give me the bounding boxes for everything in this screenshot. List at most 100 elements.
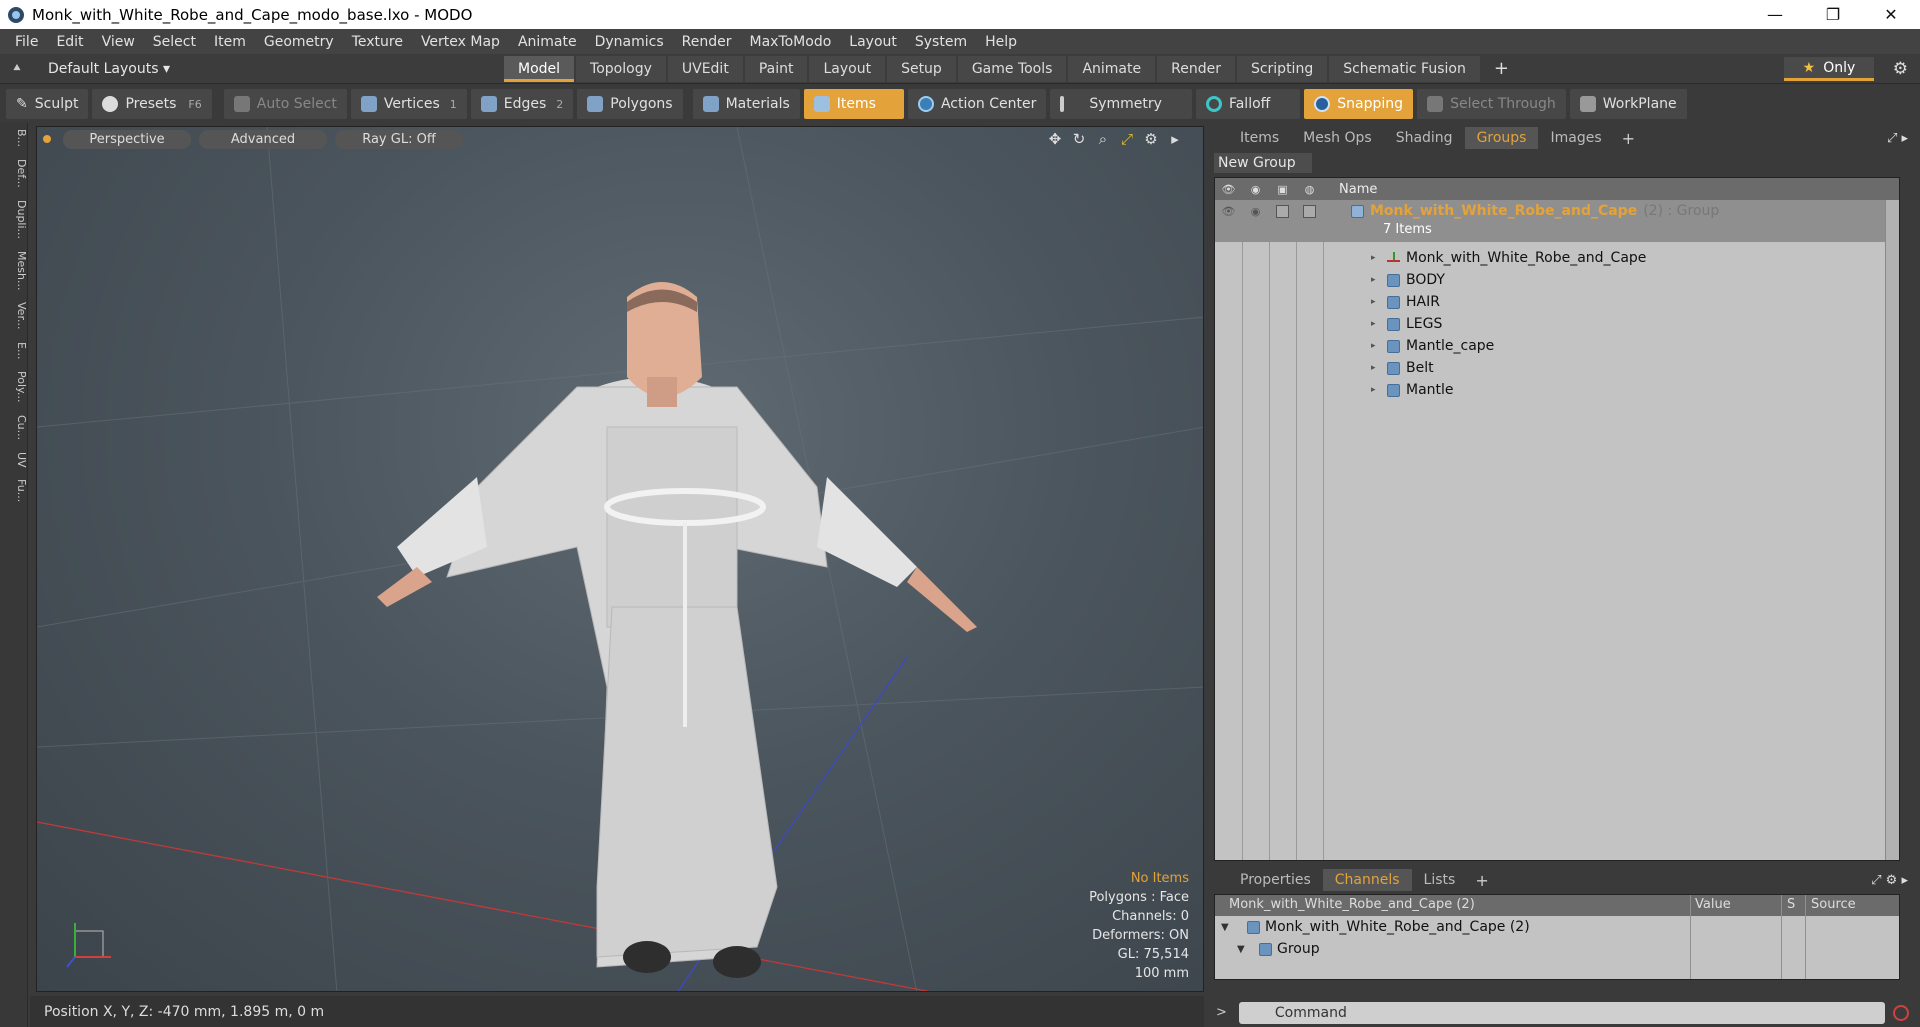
new-group-button[interactable]: New Group <box>1214 153 1312 173</box>
add-panel-tab-button[interactable]: + <box>1614 129 1643 148</box>
menu-layout[interactable]: Layout <box>840 34 906 50</box>
add-tab-button[interactable]: + <box>1482 58 1521 79</box>
tree-item-belt[interactable]: ▸ Belt <box>1215 357 1899 379</box>
menu-view[interactable]: View <box>93 34 144 50</box>
layouts-dropdown[interactable]: Default Layouts ▾ <box>34 61 504 77</box>
command-input[interactable]: Command <box>1238 1001 1885 1024</box>
pan-icon[interactable]: ✥ <box>1043 130 1067 148</box>
strip-tab-vertex[interactable]: Ver... <box>0 296 28 335</box>
menu-item[interactable]: Item <box>205 34 255 50</box>
3d-viewport[interactable]: Perspective Advanced Ray GL: Off ✥ ↻ ⌕ ⤢… <box>36 126 1204 992</box>
viewport-settings-icon[interactable]: ⚙ <box>1139 130 1163 148</box>
advanced-dropdown[interactable]: Advanced <box>199 129 327 149</box>
menu-select[interactable]: Select <box>144 34 205 50</box>
strip-tab-duplicate[interactable]: Dupli... <box>0 194 28 245</box>
tab-lists[interactable]: Lists <box>1412 869 1468 891</box>
render-column-icon[interactable]: ◉ <box>1242 183 1269 196</box>
strip-tab-edge[interactable]: E... <box>0 336 28 365</box>
tab-game-tools[interactable]: Game Tools <box>957 55 1067 82</box>
tab-model[interactable]: Model <box>504 55 575 82</box>
tab-layout[interactable]: Layout <box>809 55 886 82</box>
tree-scrollbar[interactable] <box>1885 200 1899 860</box>
visibility-column-icon[interactable]: 👁 <box>1215 183 1242 196</box>
group-visibility-icon[interactable]: 👁 <box>1215 200 1242 222</box>
strip-tab-polygon[interactable]: Poly... <box>0 365 28 408</box>
channels-expand-icon[interactable]: ⤢ ⚙ ▸ <box>1871 873 1908 888</box>
tab-groups[interactable]: Groups <box>1464 127 1539 149</box>
menu-texture[interactable]: Texture <box>343 34 412 50</box>
tab-animate[interactable]: Animate <box>1068 55 1156 82</box>
sculpt-button[interactable]: ✎ Sculpt <box>6 89 89 119</box>
items-button[interactable]: Items <box>803 89 904 119</box>
collapse-triangle-icon[interactable]: ▼ <box>1221 922 1229 933</box>
tree-item-mantle-cape[interactable]: ▸ Mantle_cape <box>1215 335 1899 357</box>
s-column-header[interactable]: S <box>1787 897 1795 912</box>
menu-system[interactable]: System <box>906 34 976 50</box>
viewport-expand-icon[interactable]: ▸ <box>1163 130 1187 148</box>
select-column-icon[interactable]: ◍ <box>1296 183 1323 196</box>
workplane-button[interactable]: WorkPlane <box>1569 89 1687 119</box>
gear-icon[interactable]: ⚙ <box>1893 59 1908 79</box>
tab-uvedit[interactable]: UVEdit <box>667 55 743 82</box>
tab-channels[interactable]: Channels <box>1322 869 1412 891</box>
raygl-toggle[interactable]: Ray GL: Off <box>335 129 463 149</box>
strip-tab-deform[interactable]: Def... <box>0 153 28 194</box>
menu-animate[interactable]: Animate <box>509 34 586 50</box>
tab-properties[interactable]: Properties <box>1228 869 1323 891</box>
lock-column-icon[interactable]: ▣ <box>1269 183 1296 196</box>
channel-row-group[interactable]: ▼ Group <box>1215 938 1899 960</box>
menu-render[interactable]: Render <box>673 34 741 50</box>
snapping-button[interactable]: Snapping <box>1304 89 1414 119</box>
menu-geometry[interactable]: Geometry <box>255 34 343 50</box>
menu-vertex-map[interactable]: Vertex Map <box>412 34 509 50</box>
tree-item-locator[interactable]: ▸ Monk_with_White_Robe_and_Cape <box>1215 247 1899 269</box>
strip-tab-basic[interactable]: B... <box>0 123 28 153</box>
expander-icon[interactable]: ▸ <box>1371 363 1376 373</box>
menu-help[interactable]: Help <box>976 34 1026 50</box>
expander-icon[interactable]: ▸ <box>1371 297 1376 307</box>
tab-shading[interactable]: Shading <box>1384 127 1465 149</box>
collapse-up-icon[interactable]: ⯅ <box>0 61 34 76</box>
rotate-icon[interactable]: ↻ <box>1067 130 1091 148</box>
maximize-button[interactable]: ❐ <box>1804 0 1862 29</box>
zoom-icon[interactable]: ⌕ <box>1091 130 1115 148</box>
name-column-header[interactable]: Name <box>1339 182 1377 197</box>
menu-dynamics[interactable]: Dynamics <box>586 34 673 50</box>
tree-item-hair[interactable]: ▸ HAIR <box>1215 291 1899 313</box>
group-lock-box[interactable] <box>1269 200 1296 222</box>
tab-paint[interactable]: Paint <box>744 55 808 82</box>
viewport-menu-dot[interactable] <box>43 135 51 143</box>
action-center-button[interactable]: Action Center <box>907 89 1047 119</box>
source-column-header[interactable]: Source <box>1811 897 1856 912</box>
symmetry-button[interactable]: Symmetry <box>1050 89 1192 119</box>
menu-file[interactable]: File <box>6 34 47 50</box>
panel-expand-icon[interactable]: ⤢ ▸ <box>1887 131 1908 146</box>
strip-tab-curve[interactable]: Cu... <box>0 409 28 446</box>
select-through-button[interactable]: Select Through <box>1417 89 1566 119</box>
group-render-icon[interactable]: ◉ <box>1242 200 1269 222</box>
fit-view-icon[interactable]: ⤢ <box>1115 130 1139 148</box>
collapse-triangle-icon[interactable]: ▼ <box>1237 944 1245 955</box>
strip-tab-uv[interactable]: UV <box>0 446 28 474</box>
group-select-box[interactable] <box>1296 200 1323 222</box>
expander-icon[interactable]: ▸ <box>1371 253 1376 263</box>
strip-tab-mesh[interactable]: Mesh... <box>0 245 28 296</box>
tree-item-body[interactable]: ▸ BODY <box>1215 269 1899 291</box>
expander-icon[interactable]: ▸ <box>1371 385 1376 395</box>
tab-render[interactable]: Render <box>1157 55 1235 82</box>
tab-items[interactable]: Items <box>1228 127 1291 149</box>
tab-schematic-fusion[interactable]: Schematic Fusion <box>1329 55 1480 82</box>
tab-scripting[interactable]: Scripting <box>1236 55 1328 82</box>
tree-item-legs[interactable]: ▸ LEGS <box>1215 313 1899 335</box>
expander-icon[interactable]: ▸ <box>1371 275 1376 285</box>
record-macro-icon[interactable] <box>1892 1004 1909 1021</box>
vertices-button[interactable]: Vertices 1 <box>350 89 467 119</box>
tab-setup[interactable]: Setup <box>887 55 956 82</box>
auto-select-button[interactable]: Auto Select <box>223 89 347 119</box>
tree-item-mantle[interactable]: ▸ Mantle <box>1215 379 1899 401</box>
falloff-button[interactable]: Falloff <box>1195 89 1301 119</box>
strip-tab-fusion[interactable]: Fu... <box>0 473 28 508</box>
edges-button[interactable]: Edges 2 <box>470 89 574 119</box>
perspective-dropdown[interactable]: Perspective <box>63 129 191 149</box>
channel-row-root[interactable]: ▼ Monk_with_White_Robe_and_Cape (2) <box>1215 916 1899 938</box>
